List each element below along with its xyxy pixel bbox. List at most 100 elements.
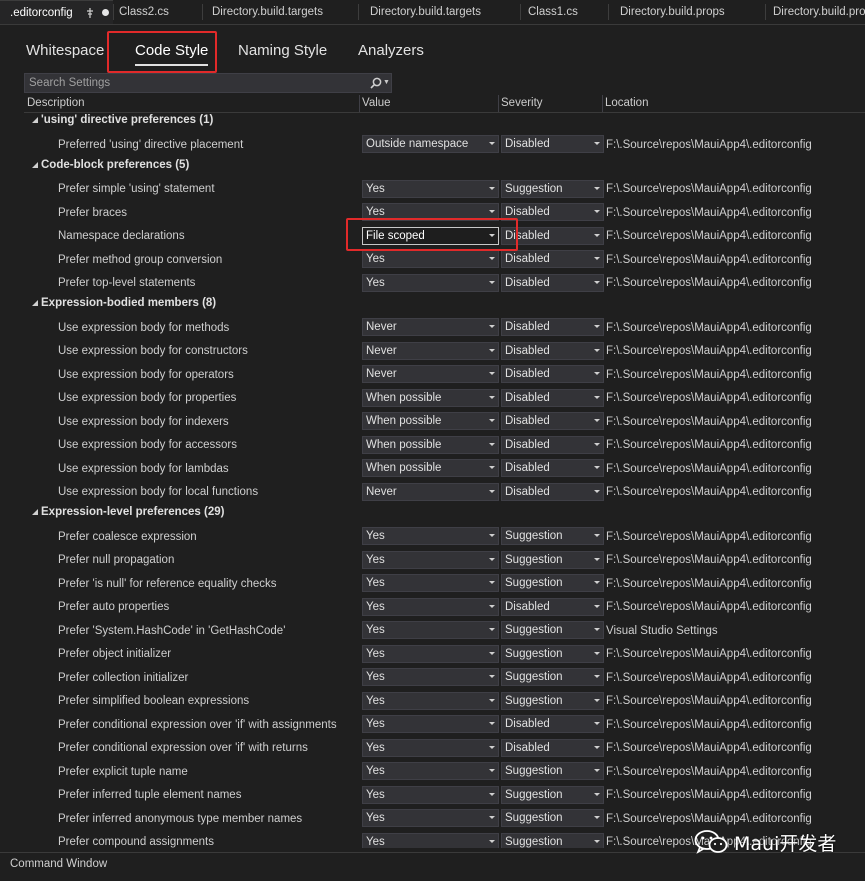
setting-row[interactable]: Prefer 'System.HashCode' in 'GetHashCode… [0, 619, 865, 643]
severity-dropdown[interactable]: Disabled [501, 341, 604, 360]
severity-dropdown[interactable]: Suggestion [501, 762, 604, 780]
severity-dropdown[interactable]: Disabled [501, 459, 604, 477]
unsaved-dot-icon[interactable] [102, 9, 109, 16]
severity-dropdown[interactable]: Suggestion [501, 785, 604, 804]
severity-dropdown[interactable]: Disabled [501, 715, 604, 733]
group-header[interactable]: 'using' directive preferences (1) [0, 112, 865, 133]
severity-dropdown[interactable]: Disabled [501, 412, 604, 430]
doc-tab-class1[interactable]: Class1.cs [528, 0, 606, 24]
setting-row[interactable]: Prefer inferred tuple element names Yes Su… [0, 784, 865, 808]
value-dropdown[interactable]: When possible [362, 412, 499, 430]
severity-dropdown[interactable]: Disabled [501, 318, 604, 336]
setting-row[interactable]: Prefer null propagation Yes Suggestion F:\.… [0, 549, 865, 573]
value-dropdown[interactable]: When possible [362, 435, 499, 454]
value-dropdown[interactable]: Yes [362, 550, 499, 569]
setting-row[interactable]: Prefer conditional expression over 'if' … [0, 737, 865, 761]
search-icon[interactable] [370, 77, 382, 89]
value-dropdown[interactable]: Yes [362, 574, 499, 592]
severity-dropdown[interactable]: Suggestion [501, 668, 604, 686]
collapse-triangle-icon[interactable] [32, 509, 38, 515]
severity-dropdown[interactable]: Suggestion [501, 832, 604, 848]
severity-dropdown[interactable]: Suggestion [501, 179, 604, 198]
severity-dropdown[interactable]: Disabled [501, 365, 604, 383]
value-dropdown[interactable]: Never [362, 341, 499, 360]
value-dropdown[interactable]: Never [362, 318, 499, 336]
column-divider[interactable] [602, 95, 603, 112]
severity-dropdown[interactable]: Disabled [501, 273, 604, 292]
severity-dropdown[interactable]: Disabled [501, 482, 604, 501]
severity-dropdown[interactable]: Disabled [501, 435, 604, 454]
tab-naming-style[interactable]: Naming Style [238, 40, 327, 64]
value-dropdown[interactable]: Yes [362, 785, 499, 804]
severity-dropdown[interactable]: Disabled [501, 388, 604, 407]
severity-dropdown[interactable]: Suggestion [501, 574, 604, 592]
doc-tab-directory-build-props-1[interactable]: Directory.build.props [620, 0, 765, 24]
pin-icon[interactable] [86, 8, 94, 18]
setting-row[interactable]: Prefer auto properties Yes Disabled F:\.Sou… [0, 596, 865, 620]
setting-row[interactable]: Prefer braces Yes Disabled F:\.Source\repos… [0, 201, 865, 225]
setting-row[interactable]: Use expression body for lambdas When poss… [0, 457, 865, 481]
value-dropdown[interactable]: Never [362, 482, 499, 501]
doc-tab-directory-build-props-2[interactable]: Directory.build.props [773, 0, 865, 24]
setting-row[interactable]: Prefer simplified boolean expressions Yes… [0, 690, 865, 714]
column-divider[interactable] [359, 95, 360, 112]
column-divider[interactable] [498, 95, 499, 112]
column-location[interactable]: Location [605, 96, 648, 111]
value-dropdown[interactable]: Yes [362, 762, 499, 780]
setting-row[interactable]: Preferred 'using' directive placement Out… [0, 133, 865, 157]
value-dropdown[interactable]: Yes [362, 644, 499, 663]
setting-row[interactable]: Namespace declarations File scoped Disable… [0, 225, 865, 249]
column-description[interactable]: Description [27, 96, 85, 111]
value-dropdown[interactable]: Yes [362, 832, 499, 848]
severity-dropdown[interactable]: Suggestion [501, 527, 604, 545]
setting-row[interactable]: Prefer coalesce expression Yes Suggestion F… [0, 525, 865, 549]
setting-row[interactable]: Prefer explicit tuple name Yes Suggestion F… [0, 760, 865, 784]
severity-dropdown[interactable]: Suggestion [501, 809, 604, 827]
setting-row[interactable]: Use expression body for methods Never Disa… [0, 316, 865, 340]
setting-row[interactable]: Use expression body for indexers When pos… [0, 410, 865, 434]
severity-dropdown[interactable]: Disabled [501, 250, 604, 268]
setting-row[interactable]: Prefer 'is null' for reference equality … [0, 572, 865, 596]
severity-dropdown[interactable]: Suggestion [501, 644, 604, 663]
value-dropdown[interactable]: When possible [362, 459, 499, 477]
group-header[interactable]: Expression-bodied members (8) [0, 295, 865, 316]
collapse-triangle-icon[interactable] [32, 117, 38, 123]
value-dropdown[interactable]: Yes [362, 738, 499, 757]
search-options-dropdown-icon[interactable]: ▼ [383, 77, 390, 89]
setting-row[interactable]: Prefer conditional expression over 'if' … [0, 713, 865, 737]
group-header[interactable]: Expression-level preferences (29) [0, 504, 865, 525]
setting-row[interactable]: Use expression body for properties When p… [0, 387, 865, 411]
setting-row[interactable]: Prefer top-level statements Yes Disabled F:… [0, 272, 865, 296]
setting-row[interactable]: Prefer simple 'using' statement Yes Sugges… [0, 178, 865, 202]
collapse-triangle-icon[interactable] [32, 300, 38, 306]
value-dropdown[interactable]: Yes [362, 527, 499, 545]
value-dropdown[interactable]: Yes [362, 203, 499, 221]
value-dropdown[interactable]: Yes [362, 273, 499, 292]
severity-dropdown[interactable]: Suggestion [501, 621, 604, 639]
value-dropdown[interactable]: Yes [362, 691, 499, 710]
column-severity[interactable]: Severity [501, 96, 543, 111]
severity-dropdown[interactable]: Disabled [501, 135, 604, 153]
setting-row[interactable]: Use expression body for constructors Neve… [0, 340, 865, 364]
value-dropdown[interactable]: Yes [362, 668, 499, 686]
value-dropdown[interactable]: When possible [362, 388, 499, 407]
value-dropdown[interactable]: Yes [362, 597, 499, 616]
setting-row[interactable]: Use expression body for accessors When po… [0, 434, 865, 458]
column-value[interactable]: Value [362, 96, 391, 111]
collapse-triangle-icon[interactable] [32, 161, 38, 168]
value-dropdown[interactable]: Yes [362, 250, 499, 268]
setting-row[interactable]: Prefer method group conversion Yes Disable… [0, 248, 865, 272]
setting-row[interactable]: Prefer object initializer Yes Suggestion F:… [0, 643, 865, 667]
severity-dropdown[interactable]: Disabled [501, 203, 604, 221]
severity-dropdown[interactable]: Disabled [501, 597, 604, 616]
tab-analyzers[interactable]: Analyzers [358, 40, 424, 64]
search-input[interactable] [29, 75, 359, 91]
tab-code-style[interactable]: Code Style [135, 40, 209, 66]
group-header[interactable]: Code-block preferences (5) [0, 157, 865, 178]
severity-dropdown[interactable]: Suggestion [501, 550, 604, 569]
severity-dropdown[interactable]: Disabled [501, 738, 604, 757]
severity-dropdown[interactable]: Suggestion [501, 691, 604, 710]
value-dropdown[interactable]: Yes [362, 179, 499, 198]
value-dropdown[interactable]: Outside namespace [362, 135, 499, 153]
doc-tab-directory-build-targets-1[interactable]: Directory.build.targets [212, 0, 352, 24]
